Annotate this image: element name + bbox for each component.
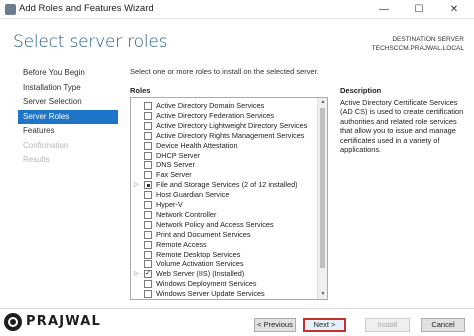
expand-arrow-icon[interactable]: ▷ [134, 181, 139, 189]
role-checkbox[interactable] [144, 230, 152, 239]
window-title: Add Roles and Features Wizard [19, 3, 154, 14]
watermark-logo: PRAJWAL [4, 313, 116, 331]
role-row[interactable]: Windows Deployment Services [131, 279, 317, 289]
role-label: Active Directory Rights Management Servi… [156, 130, 305, 140]
wizard-app-icon [5, 4, 16, 15]
nav-item-server-selection[interactable]: Server Selection [18, 95, 118, 110]
role-label: File and Storage Services (2 of 12 insta… [156, 180, 298, 190]
role-label: Network Policy and Access Services [156, 219, 274, 229]
role-checkbox[interactable] [144, 151, 152, 160]
role-checkbox[interactable] [144, 201, 152, 209]
cancel-button[interactable]: Cancel [421, 318, 465, 332]
role-label: Remote Desktop Services [156, 249, 241, 259]
description-text: Active Directory Certificate Services (A… [340, 98, 464, 155]
role-checkbox[interactable] [144, 250, 152, 259]
destination-server-info: DESTINATION SERVER TECHSCCM.PRAJWAL.LOCA… [372, 35, 464, 53]
page-title: Select server roles [13, 32, 168, 52]
role-checkbox[interactable] [144, 191, 152, 200]
role-row[interactable]: Host Guardian Service [131, 190, 317, 200]
footer-divider [0, 308, 474, 309]
nav-item-results: Results [23, 155, 50, 164]
role-checkbox[interactable] [144, 280, 152, 289]
previous-button[interactable]: < Previous [254, 318, 296, 332]
role-label: Network Controller [156, 209, 217, 219]
role-row[interactable]: Active Directory Domain Services [131, 101, 317, 111]
install-button: Install [365, 318, 410, 332]
role-label: DHCP Server [156, 150, 201, 160]
role-checkbox[interactable] [144, 240, 152, 249]
role-checkbox[interactable] [144, 131, 152, 140]
role-row[interactable]: Network Controller [131, 210, 317, 220]
role-row[interactable]: ▷ File and Storage Services (2 of 12 inst… [131, 180, 317, 190]
role-label: Print and Document Services [156, 229, 251, 239]
roles-heading: Roles [130, 86, 151, 95]
role-row[interactable]: Volume Activation Services [131, 259, 317, 269]
role-label: Windows Server Update Services [156, 289, 265, 299]
role-label: Active Directory Federation Services [156, 110, 275, 120]
role-row[interactable]: DNS Server [131, 160, 317, 170]
role-row[interactable]: Hyper-V [131, 200, 317, 210]
role-label: Active Directory Domain Services [156, 101, 265, 110]
role-row[interactable]: Network Policy and Access Services [131, 220, 317, 230]
role-row[interactable]: ▷ ✓ Web Server (IIS) (Installed) [131, 269, 317, 279]
role-checkbox[interactable]: ✓ [144, 270, 152, 279]
role-checkbox[interactable] [144, 181, 152, 190]
role-row[interactable]: Remote Access [131, 240, 317, 250]
scroll-up-arrow-icon[interactable]: ▲ [318, 98, 327, 107]
role-checkbox[interactable] [144, 171, 152, 180]
scroll-thumb[interactable] [320, 108, 325, 268]
role-checkbox[interactable] [144, 161, 152, 170]
role-checkbox[interactable] [144, 111, 152, 120]
description-heading: Description [340, 86, 382, 95]
watermark-logo-icon [4, 313, 22, 331]
role-row[interactable]: Active Directory Federation Services [131, 111, 317, 121]
destination-label: DESTINATION SERVER [392, 36, 464, 43]
role-label: Windows Deployment Services [156, 279, 257, 289]
nav-item-confirmation: Confirmation [23, 140, 69, 150]
role-row[interactable]: DHCP Server [131, 151, 317, 161]
minimize-button[interactable]: — [371, 0, 397, 19]
role-label: Web Server (IIS) (Installed) [156, 269, 245, 279]
next-button[interactable]: Next > [303, 318, 346, 332]
role-label: Host Guardian Service [156, 190, 230, 200]
role-checkbox[interactable] [144, 210, 152, 219]
title-bar: Add Roles and Features Wizard — ☐ ✕ [0, 0, 474, 19]
role-label: Device Health Attestation [156, 140, 238, 150]
role-row[interactable]: Windows Server Update Services [131, 289, 317, 299]
wizard-nav: Before You Begin Installation Type Serve… [18, 66, 118, 168]
role-row[interactable]: Remote Desktop Services [131, 250, 317, 260]
role-checkbox[interactable] [144, 290, 152, 299]
close-button[interactable]: ✕ [441, 0, 467, 19]
nav-item-server-roles[interactable]: Server Roles [18, 109, 118, 124]
role-checkbox[interactable] [144, 220, 152, 229]
role-checkbox[interactable] [144, 102, 152, 110]
role-row[interactable]: Fax Server [131, 170, 317, 180]
roles-scrollbar[interactable]: ▲ ▼ [317, 98, 327, 299]
role-checkbox[interactable] [144, 141, 152, 150]
expand-arrow-icon[interactable]: ▷ [134, 270, 139, 278]
role-checkbox[interactable] [144, 260, 152, 269]
nav-item-installation-type[interactable]: Installation Type [18, 81, 118, 96]
nav-item-before-you-begin[interactable]: Before You Begin [18, 66, 118, 81]
role-label: DNS Server [156, 160, 195, 170]
roles-list[interactable]: ▲ ▼ Active Directory Domain Services Acti… [130, 97, 328, 300]
role-row[interactable]: Device Health Attestation [131, 141, 317, 151]
role-label: Hyper-V [156, 200, 183, 209]
instruction-text: Select one or more roles to install on t… [130, 67, 319, 76]
watermark-text: PRAJWAL [26, 314, 101, 329]
role-label: Fax Server [156, 170, 192, 180]
role-row[interactable]: Active Directory Lightweight Directory S… [131, 121, 317, 131]
role-row[interactable]: Print and Document Services [131, 230, 317, 240]
role-row[interactable]: Active Directory Rights Management Servi… [131, 131, 317, 141]
nav-item-features[interactable]: Features [18, 124, 118, 139]
role-label: Remote Access [156, 239, 207, 249]
destination-server-name: TECHSCCM.PRAJWAL.LOCAL [371, 45, 464, 52]
role-label: Active Directory Lightweight Directory S… [156, 120, 308, 130]
scroll-down-arrow-icon[interactable]: ▼ [318, 290, 327, 299]
role-label: Volume Activation Services [156, 259, 244, 269]
role-checkbox[interactable] [144, 121, 152, 130]
maximize-button[interactable]: ☐ [406, 0, 432, 19]
